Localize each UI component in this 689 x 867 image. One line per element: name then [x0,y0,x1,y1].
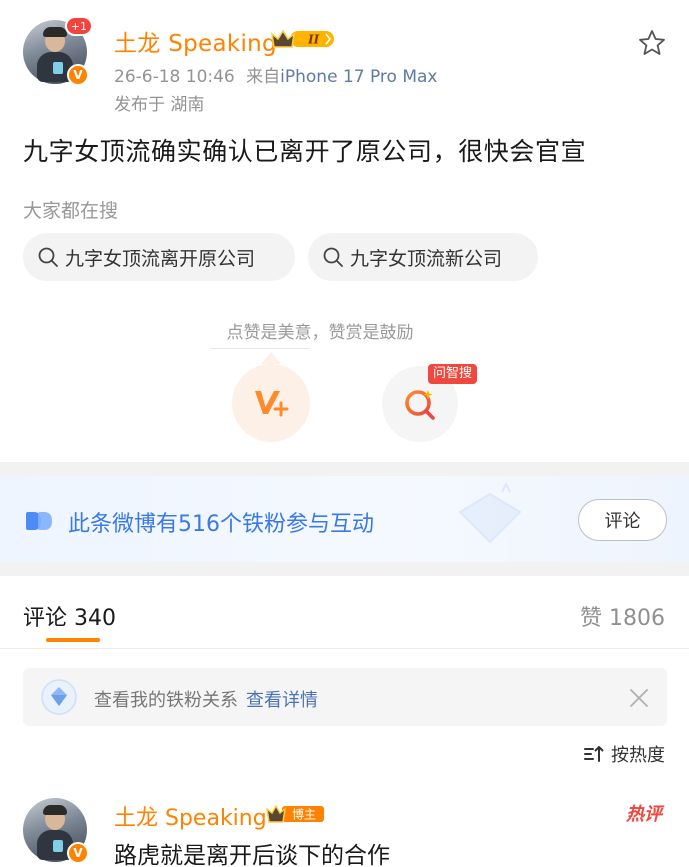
ask-search-tag: 问智搜 [428,364,478,384]
verified-badge: V [67,842,89,864]
tab-active-indicator [46,638,100,642]
level-badge-text: II [307,33,320,47]
reward-divider [210,348,310,349]
weibo-post-page: +1 V 土龙 Speaking II 26-6-18 10:46 来自iPho… [0,0,689,867]
post-from-label: 来自 [246,67,281,87]
hot-search-chip-label: 九字女顶流新公司 [350,247,503,270]
crown-icon[interactable]: II [270,28,336,50]
diamond-icon [41,679,77,715]
hot-search-chip-label: 九字女顶流离开原公司 [65,247,256,270]
search-icon [38,247,58,267]
diamond-decoration-icon [458,482,522,544]
section-divider [0,562,689,576]
post-meta: 26-6-18 10:46 来自iPhone 17 Pro Max [114,62,438,87]
sort-by-hot-button[interactable]: 按热度 [583,741,665,767]
section-divider [0,462,689,476]
search-icon [323,247,343,267]
comment-text: 路虎就是离开后谈下的合作 [114,843,390,867]
post-location: 发布于 湖南 [114,95,205,115]
post-time: 26-6-18 10:46 [114,67,235,87]
fan-relation-link[interactable]: 查看详情 [246,690,318,711]
verified-badge: V [67,64,89,86]
tab-comments[interactable]: 评论 340 [23,600,116,632]
hot-search-label: 大家都在搜 [23,200,119,222]
hot-comment-tag: 热评 [626,804,662,825]
tab-likes[interactable]: 赞 1806 [580,600,665,632]
author-avatar[interactable]: +1 V [23,16,93,86]
close-icon[interactable] [628,687,650,709]
reward-button[interactable] [232,364,310,442]
fan-relation-text: 查看我的铁粉关系 查看详情 [94,686,318,712]
fan-icon [26,512,52,530]
hot-search-chip[interactable]: 九字女顶流离开原公司 [23,233,295,281]
fan-relation-label: 查看我的铁粉关系 [94,690,238,711]
commenter-avatar[interactable]: V [23,798,89,864]
reward-tip: 点赞是美意，赞赏是鼓励 [226,323,414,343]
hot-search-chip[interactable]: 九字女顶流新公司 [308,233,538,281]
comment-button[interactable]: 评论 [578,499,667,541]
commenter-name[interactable]: 土龙 Speaking [114,800,267,832]
ask-search-icon [405,390,435,420]
sort-icon [584,746,604,762]
blogger-badge: 博主 [266,804,324,823]
post-text: 九字女顶流确实确认已离开了原公司，很快会官宣 [23,137,587,166]
star-icon[interactable] [637,28,667,58]
reward-icon [255,391,289,417]
post-device[interactable]: iPhone 17 Pro Max [280,67,437,87]
blogger-badge-text: 博主 [292,807,316,822]
author-name[interactable]: 土龙 Speaking [114,24,277,58]
avatar-plus-badge: +1 [64,16,93,36]
fan-interaction-text[interactable]: 此条微博有516个铁粉参与互动 [68,506,374,538]
sort-label: 按热度 [611,745,665,766]
